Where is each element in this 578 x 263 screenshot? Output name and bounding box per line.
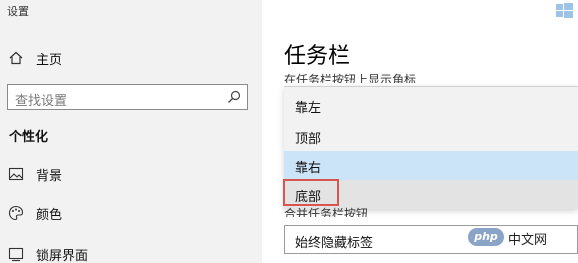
setting-label: 在任务栏按钮上显示角标 (284, 73, 417, 83)
taskbar-position-dropdown[interactable]: 靠左 顶部 靠右 底部 (283, 86, 578, 209)
nav-item-colors[interactable]: 颜色 (0, 199, 262, 227)
image-icon (8, 167, 24, 181)
option-label: 底部 (295, 190, 322, 205)
watermark: php 中文网 (468, 226, 576, 250)
navigation-pane: 设置 主页 查找设置 个性化 背景 颜色 锁屏界面 (0, 0, 262, 263)
content-pane: 任务栏 在任务栏按钮上显示角标 靠左 顶部 靠右 底部 合并任务栏按钮 始终隐藏… (262, 0, 578, 263)
nav-item-label: 背景 (36, 169, 63, 184)
option-label: 靠左 (295, 101, 322, 116)
nav-item-background[interactable]: 背景 (0, 160, 262, 188)
nav-item-label: 锁屏界面 (36, 249, 89, 263)
nav-item-lock-screen[interactable]: 锁屏界面 (0, 240, 262, 263)
nav-home[interactable]: 主页 (0, 42, 262, 72)
search-input[interactable]: 查找设置 (7, 84, 248, 110)
nav-home-label: 主页 (36, 53, 63, 68)
app-title: 设置 (7, 5, 29, 18)
option-right[interactable]: 靠右 (284, 151, 578, 180)
settings-window: 设置 主页 查找设置 个性化 背景 颜色 锁屏界面 任务栏 在任务栏按钮上显示角… (0, 0, 578, 263)
search-icon[interactable] (227, 90, 241, 104)
option-left[interactable]: 靠左 (284, 91, 578, 120)
php-logo: php (468, 228, 504, 246)
nav-item-label: 颜色 (36, 208, 63, 223)
palette-icon (8, 205, 24, 221)
search-placeholder: 查找设置 (15, 94, 68, 109)
setting-label: 合并任务栏按钮 (284, 207, 369, 217)
watermark-text: 中文网 (508, 233, 548, 248)
windows-logo-icon (556, 3, 573, 18)
lock-screen-icon (8, 247, 24, 262)
home-icon (9, 51, 23, 65)
combo-value: 始终隐藏标签 (295, 236, 374, 251)
option-label: 靠右 (295, 161, 322, 176)
section-personalization: 个性化 (9, 130, 49, 145)
option-top[interactable]: 顶部 (284, 122, 578, 151)
page-title: 任务栏 (284, 44, 351, 69)
option-label: 顶部 (295, 132, 322, 147)
